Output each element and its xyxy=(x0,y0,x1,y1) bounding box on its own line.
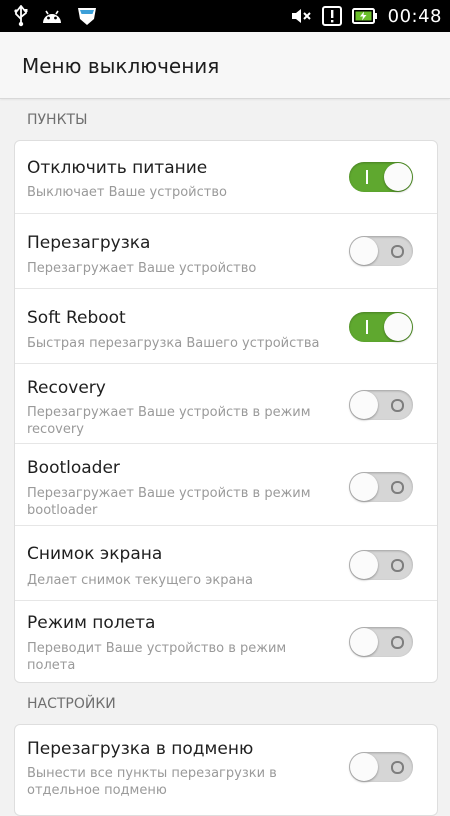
list-item-reboot[interactable]: Перезагрузка Перезагружает Ваше устройст… xyxy=(15,213,437,289)
switch-on-mark xyxy=(366,170,368,184)
toggle-screenshot[interactable] xyxy=(349,550,413,580)
switch-off-mark xyxy=(391,636,404,649)
switch-off-mark xyxy=(391,481,404,494)
status-time: 00:48 xyxy=(387,5,442,27)
section-header-items: ПУНКТЫ xyxy=(27,112,88,128)
item-title: Отключить питание xyxy=(27,158,208,178)
item-title: Перезагрузка в подменю xyxy=(27,739,254,759)
toggle-soft-reboot[interactable] xyxy=(349,312,413,342)
list-item-bootloader[interactable]: Bootloader Перезагружает Ваше устройств … xyxy=(15,443,437,526)
item-title: Soft Reboot xyxy=(27,308,126,328)
toggle-power-off[interactable] xyxy=(349,162,413,192)
list-item-airplane-mode[interactable]: Режим полета Переводит Ваше устройство в… xyxy=(15,600,437,682)
switch-knob xyxy=(350,551,378,579)
page-title: Меню выключения xyxy=(22,54,220,78)
app-bar: Меню выключения xyxy=(0,32,450,99)
switch-knob xyxy=(350,237,378,265)
list-item-power-off[interactable]: Отключить питание Выключает Ваше устройс… xyxy=(15,141,437,213)
switch-knob xyxy=(384,163,412,191)
switch-off-mark xyxy=(391,559,404,572)
switch-knob xyxy=(384,313,412,341)
alert-icon xyxy=(321,6,342,26)
shield-app-icon xyxy=(76,5,98,27)
item-subtitle: Перезагружает Ваше устройство xyxy=(27,261,257,276)
toggle-reboot[interactable] xyxy=(349,236,413,266)
item-title: Режим полета xyxy=(27,613,156,633)
switch-knob xyxy=(350,473,378,501)
item-subtitle: Вынести все пункты перезагрузки в отдель… xyxy=(27,766,277,798)
toggle-recovery[interactable] xyxy=(349,390,413,420)
switch-knob xyxy=(350,753,378,781)
android-icon xyxy=(40,7,64,25)
mute-icon xyxy=(290,7,312,25)
item-title: Bootloader xyxy=(27,458,120,478)
list-item-reboot-submenu[interactable]: Перезагрузка в подменю Вынести все пункт… xyxy=(15,725,437,815)
list-item-screenshot[interactable]: Снимок экрана Делает снимок текущего экр… xyxy=(15,525,437,601)
item-subtitle: Выключает Ваше устройство xyxy=(27,185,227,200)
switch-off-mark xyxy=(391,245,404,258)
switch-knob xyxy=(350,628,378,656)
status-bar: 00:48 xyxy=(0,0,450,32)
item-subtitle: Быстрая перезагрузка Вашего устройства xyxy=(27,336,320,351)
section-header-settings: НАСТРОЙКИ xyxy=(27,696,116,712)
item-title: Перезагрузка xyxy=(27,233,151,253)
toggle-reboot-submenu[interactable] xyxy=(349,752,413,782)
toggle-bootloader[interactable] xyxy=(349,472,413,502)
switch-knob xyxy=(350,391,378,419)
item-title: Recovery xyxy=(27,378,106,398)
switch-off-mark xyxy=(391,399,404,412)
toggle-airplane-mode[interactable] xyxy=(349,627,413,657)
settings-card: Перезагрузка в подменю Вынести все пункт… xyxy=(14,724,438,816)
item-subtitle: Переводит Ваше устройство в режим полета xyxy=(27,641,287,673)
switch-off-mark xyxy=(391,761,404,774)
items-card: Отключить питание Выключает Ваше устройс… xyxy=(14,140,438,683)
usb-icon xyxy=(14,5,28,27)
list-item-soft-reboot[interactable]: Soft Reboot Быстрая перезагрузка Вашего … xyxy=(15,288,437,364)
switch-on-mark xyxy=(366,320,368,334)
battery-charging-icon xyxy=(351,8,378,24)
item-subtitle: Перезагружает Ваше устройств в режим boo… xyxy=(27,486,311,518)
item-subtitle: Делает снимок текущего экрана xyxy=(27,573,253,588)
item-subtitle: Перезагружает Ваше устройств в режим rec… xyxy=(27,405,311,437)
list-item-recovery[interactable]: Recovery Перезагружает Ваше устройств в … xyxy=(15,363,437,444)
item-title: Снимок экрана xyxy=(27,544,163,564)
